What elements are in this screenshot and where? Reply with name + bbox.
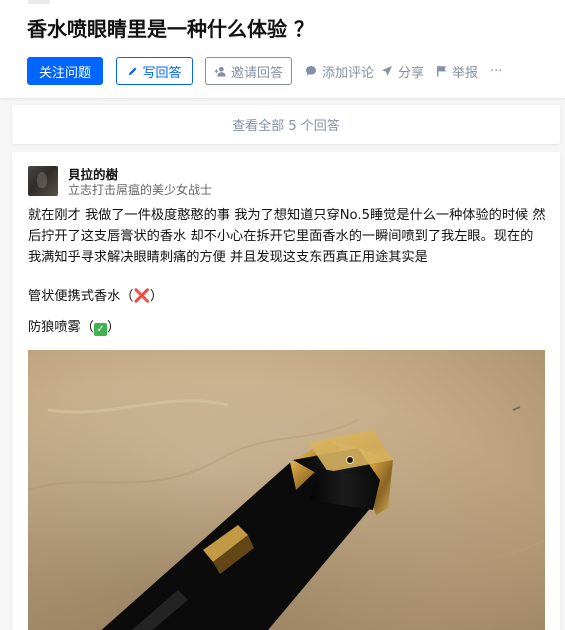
report-button[interactable]: 举报 bbox=[436, 57, 478, 85]
comment-bubble-icon bbox=[306, 66, 316, 76]
add-comment-label: 添加评论 bbox=[322, 65, 375, 81]
cross-mark-icon: ❌ bbox=[133, 289, 150, 304]
top-strip bbox=[0, 0, 565, 4]
avatar[interactable] bbox=[28, 166, 58, 196]
flag-icon bbox=[437, 66, 446, 77]
pencil-icon bbox=[129, 66, 138, 75]
report-label: 举报 bbox=[452, 65, 479, 81]
add-comment-button[interactable]: 添加评论 bbox=[305, 57, 374, 85]
question-title: 香水喷眼睛里是一种什么体验 ？ bbox=[27, 17, 314, 41]
more-options-button[interactable]: ··· bbox=[490, 57, 502, 85]
tube-perfume-end: ） bbox=[149, 289, 164, 304]
author-bio: 立志打击屌瘟的美少女战士 bbox=[68, 183, 213, 197]
view-all-answers-label: 查看全部 5 个回答 bbox=[232, 119, 340, 134]
share-button[interactable]: 分享 bbox=[381, 57, 424, 85]
answer-paragraph: 就在刚才 我做了一件极度憨憨的事 我为了想知道只穿No.5睡觉是什么一种体验的时… bbox=[28, 208, 546, 265]
question-actions: 关注问题 写回答 邀请回答 添加评论 分享 举报 ··· bbox=[27, 57, 547, 85]
answer-content: 就在刚才 我做了一件极度憨憨的事 我为了想知道只穿No.5睡觉是什么一种体验的时… bbox=[28, 205, 546, 349]
pepper-spray-text: 防狼喷雾（ bbox=[28, 320, 94, 335]
tube-perfume-text: 管状便携式香水（ bbox=[28, 289, 134, 304]
answer-line-tube-perfume: 管状便携式香水（❌） bbox=[28, 286, 546, 307]
invite-answer-label: 邀请回答 bbox=[230, 65, 283, 81]
paper-plane-icon bbox=[382, 66, 392, 76]
invite-answer-button[interactable]: 邀请回答 bbox=[205, 57, 292, 85]
write-answer-label: 写回答 bbox=[142, 65, 182, 81]
answer-photo[interactable] bbox=[28, 350, 545, 630]
view-all-answers-button[interactable]: 查看全部 5 个回答 bbox=[12, 105, 560, 144]
follow-question-label: 关注问题 bbox=[38, 65, 91, 81]
answer-card: 貝拉的樹 立志打击屌瘟的美少女战士 就在刚才 我做了一件极度憨憨的事 我为了想知… bbox=[12, 152, 560, 630]
follow-question-button[interactable]: 关注问题 bbox=[27, 57, 103, 85]
add-user-icon bbox=[214, 66, 226, 77]
pepper-spray-end: ） bbox=[106, 320, 121, 335]
question-header: 香水喷眼睛里是一种什么体验 ？ 关注问题 写回答 邀请回答 添加评论 分享 举报… bbox=[0, 0, 565, 98]
write-answer-button[interactable]: 写回答 bbox=[116, 57, 193, 85]
answer-line-pepper-spray: 防狼喷雾（ ✓） bbox=[28, 317, 546, 338]
more-options-label: ··· bbox=[490, 63, 503, 79]
check-mark-icon: ✓ bbox=[93, 323, 107, 336]
share-label: 分享 bbox=[398, 65, 425, 81]
perfume-tube-image bbox=[28, 350, 545, 630]
top-tab bbox=[28, 0, 50, 4]
